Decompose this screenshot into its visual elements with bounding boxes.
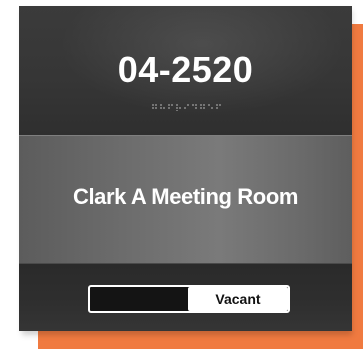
room-name: Clark A Meeting Room bbox=[72, 184, 299, 209]
braille-dots-icon bbox=[19, 98, 352, 116]
status-slider[interactable]: Vacant bbox=[88, 285, 290, 313]
room-number-panel: 04-2520 bbox=[19, 6, 352, 135]
status-panel: Vacant bbox=[19, 264, 352, 331]
room-number: 04-2520 bbox=[117, 49, 254, 90]
status-label: Vacant bbox=[188, 287, 288, 311]
room-sign-scene: 04-2520 Clark A Meeting Room Vacant bbox=[0, 0, 363, 349]
room-name-panel: Clark A Meeting Room bbox=[19, 135, 352, 264]
room-sign: 04-2520 Clark A Meeting Room Vacant bbox=[19, 6, 352, 331]
